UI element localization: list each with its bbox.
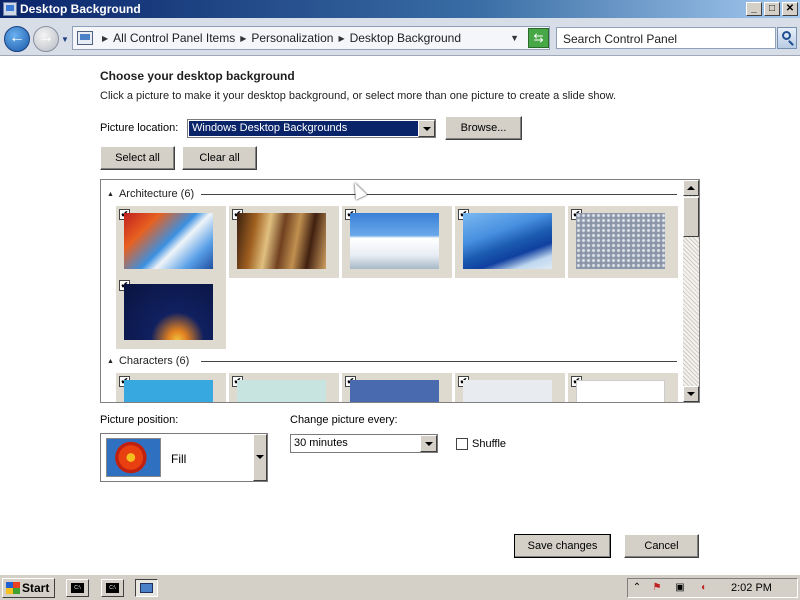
architecture-image-3	[350, 213, 439, 269]
chevron-down-icon[interactable]	[420, 435, 437, 452]
background-thumbnail[interactable]: ✔	[229, 373, 339, 402]
group-title: Architecture (6)	[118, 188, 195, 200]
architecture-image-2	[237, 213, 326, 269]
gallery-scrollbar[interactable]	[683, 180, 699, 402]
background-thumbnail[interactable]: ✔	[229, 206, 339, 278]
page-description: Click a picture to make it your desktop …	[100, 90, 617, 102]
change-picture-select[interactable]: 30 minutes	[290, 434, 438, 453]
architecture-image-6	[124, 284, 213, 340]
shuffle-checkbox[interactable]	[456, 438, 468, 450]
cancel-button[interactable]: Cancel	[624, 534, 699, 558]
clock[interactable]: 2:02 PM	[731, 582, 772, 594]
network-icon[interactable]: ▣	[673, 581, 687, 595]
background-thumbnail[interactable]: ✔	[116, 373, 226, 402]
position-preview-image	[106, 438, 161, 477]
characters-image-1	[124, 380, 213, 402]
background-thumbnail[interactable]: ✔	[455, 373, 565, 402]
collapse-caret-icon[interactable]: ▲	[107, 358, 114, 365]
characters-image-4	[463, 380, 552, 402]
group-title: Characters (6)	[118, 355, 190, 367]
window-title: Desktop Background	[20, 2, 141, 16]
change-picture-label: Change picture every:	[290, 414, 398, 426]
picture-position-label: Picture position:	[100, 414, 179, 426]
background-gallery[interactable]: ▲ Architecture (6) ✔ ✔ ✔ ✔ ✔ ✔ ▲ Charact…	[100, 179, 700, 403]
taskbar-command-prompt-1[interactable]: C:\	[66, 579, 89, 597]
taskbar-command-prompt-2[interactable]: C:\	[101, 579, 124, 597]
group-divider	[201, 361, 677, 362]
architecture-image-5	[576, 213, 665, 269]
taskbar-control-panel[interactable]	[135, 579, 158, 597]
select-all-button[interactable]: Select all	[100, 146, 175, 170]
chevron-down-icon[interactable]	[418, 120, 435, 137]
start-button[interactable]: Start	[2, 578, 55, 598]
characters-image-3	[350, 380, 439, 402]
clear-all-button[interactable]: Clear all	[182, 146, 257, 170]
scroll-down-icon[interactable]	[683, 386, 699, 402]
background-thumbnail[interactable]: ✔	[342, 373, 452, 402]
architecture-image-1	[124, 213, 213, 269]
architecture-image-4	[463, 213, 552, 269]
search-input[interactable]: Search Control Panel	[556, 27, 776, 49]
navigation-bar: ← → ▼ ▶ All Control Panel Items ▶ Person…	[0, 18, 800, 56]
background-thumbnail[interactable]: ✔	[568, 373, 678, 402]
maximize-button[interactable]: □	[764, 2, 780, 16]
console-icon: C:\	[106, 583, 119, 593]
picture-position-select[interactable]: Fill	[100, 433, 268, 482]
breadcrumb-all-control-panel-items[interactable]: All Control Panel Items	[113, 31, 235, 45]
background-thumbnail[interactable]: ✔	[568, 206, 678, 278]
action-center-flag-icon[interactable]: ⚑	[650, 581, 664, 595]
control-panel-icon	[77, 31, 93, 45]
close-button[interactable]: ✕	[782, 2, 798, 16]
group-header-architecture[interactable]: ▲ Architecture (6)	[107, 187, 194, 201]
group-divider	[201, 194, 677, 195]
shuffle-label[interactable]: Shuffle	[472, 438, 506, 450]
save-changes-button[interactable]: Save changes	[514, 534, 611, 558]
volume-muted-icon[interactable]: ◖	[696, 581, 710, 595]
background-thumbnail[interactable]: ✔	[342, 206, 452, 278]
start-label: Start	[22, 581, 50, 595]
picture-location-value: Windows Desktop Backgrounds	[189, 121, 418, 136]
breadcrumb-chevron-icon[interactable]: ▶	[102, 34, 108, 43]
scrollbar-thumb[interactable]	[683, 197, 699, 237]
console-icon: C:\	[71, 583, 84, 593]
search-icon[interactable]	[777, 27, 797, 49]
refresh-icon[interactable]: ⇆	[528, 28, 549, 48]
breadcrumb-chevron-icon[interactable]: ▶	[240, 34, 246, 43]
window-controls: _ □ ✕	[746, 2, 798, 16]
characters-image-5	[576, 380, 665, 402]
picture-location-label: Picture location:	[100, 122, 179, 134]
control-panel-icon	[3, 2, 17, 16]
background-thumbnail[interactable]: ✔	[455, 206, 565, 278]
address-dropdown-icon[interactable]: ▼	[510, 33, 519, 43]
title-bar: Desktop Background _ □ ✕	[0, 0, 800, 18]
control-panel-icon	[140, 583, 153, 593]
page-title: Choose your desktop background	[100, 69, 295, 83]
picture-location-select[interactable]: Windows Desktop Backgrounds	[187, 119, 436, 138]
picture-position-value: Fill	[171, 452, 187, 466]
browse-button[interactable]: Browse...	[445, 116, 522, 140]
breadcrumb-personalization[interactable]: Personalization	[251, 31, 333, 45]
background-thumbnail[interactable]: ✔	[116, 277, 226, 349]
system-tray: ⌃ ⚑ ▣ ◖ 2:02 PM	[627, 578, 798, 598]
background-thumbnail[interactable]: ✔	[116, 206, 226, 278]
windows-logo-icon	[6, 582, 20, 594]
address-bar[interactable]: ▶ All Control Panel Items ▶ Personalizat…	[72, 26, 550, 50]
back-button[interactable]: ←	[4, 26, 30, 52]
show-hidden-icons-chevron-icon[interactable]: ⌃	[630, 581, 644, 595]
characters-image-2	[237, 380, 326, 402]
breadcrumb-chevron-icon[interactable]: ▶	[338, 34, 344, 43]
forward-button[interactable]: →	[33, 26, 59, 52]
chevron-down-icon[interactable]	[253, 434, 267, 481]
recent-pages-dropdown-icon[interactable]: ▼	[61, 35, 69, 44]
scroll-up-icon[interactable]	[683, 180, 699, 196]
change-picture-value: 30 minutes	[294, 437, 348, 449]
collapse-caret-icon[interactable]: ▲	[107, 191, 114, 198]
taskbar: Start C:\ C:\ ⌃ ⚑ ▣ ◖ 2:02 PM	[0, 574, 800, 600]
group-header-characters[interactable]: ▲ Characters (6)	[107, 354, 189, 368]
breadcrumb-desktop-background[interactable]: Desktop Background	[350, 31, 461, 45]
minimize-button[interactable]: _	[746, 2, 762, 16]
